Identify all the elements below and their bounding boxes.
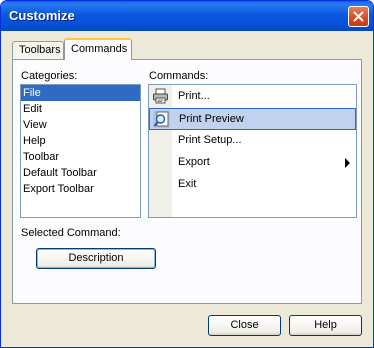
command-item-exit[interactable]: Exit	[149, 174, 356, 196]
close-button[interactable]: Close	[208, 315, 281, 336]
command-item-print-preview[interactable]: Print Preview	[149, 108, 356, 130]
command-print-setup-label: Print Setup...	[178, 134, 242, 146]
dialog-client-area: Toolbars Commands Categories: Commands: …	[4, 31, 370, 345]
command-print-preview-label: Print Preview	[179, 113, 244, 125]
commands-tab-panel: Categories: Commands: File Edit View Hel…	[12, 59, 362, 304]
commands-list[interactable]: Print... Print Preview Print Setup... Ex…	[148, 84, 357, 218]
category-item-default-toolbar[interactable]: Default Toolbar	[21, 165, 140, 181]
printer-icon	[152, 88, 169, 105]
tab-toolbars-label: Toolbars	[19, 44, 61, 56]
category-item-help[interactable]: Help	[21, 133, 140, 149]
window-close-button[interactable]	[348, 6, 369, 27]
commands-label: Commands:	[149, 70, 209, 82]
category-item-edit[interactable]: Edit	[21, 101, 140, 117]
customize-dialog: Customize Toolbars Commands Categories: …	[0, 0, 374, 348]
tab-commands[interactable]: Commands	[64, 38, 132, 60]
command-item-export[interactable]: Export	[149, 152, 356, 174]
category-item-view[interactable]: View	[21, 117, 140, 133]
category-item-toolbar[interactable]: Toolbar	[21, 149, 140, 165]
print-preview-icon	[153, 111, 170, 128]
selected-command-label: Selected Command:	[21, 227, 121, 239]
command-item-print-setup[interactable]: Print Setup...	[149, 130, 356, 152]
command-exit-label: Exit	[178, 178, 197, 190]
categories-list[interactable]: File Edit View Help Toolbar Default Tool…	[20, 84, 141, 218]
help-button[interactable]: Help	[289, 315, 362, 336]
category-item-file[interactable]: File	[21, 85, 140, 101]
close-icon	[353, 11, 364, 22]
window-title: Customize	[9, 8, 75, 23]
command-print-label: Print...	[178, 90, 210, 102]
description-button[interactable]: Description	[36, 248, 156, 269]
categories-label: Categories:	[21, 70, 78, 82]
category-item-export-toolbar[interactable]: Export Toolbar	[21, 181, 140, 197]
tab-commands-label: Commands	[71, 43, 128, 55]
tab-toolbars[interactable]: Toolbars	[12, 41, 64, 59]
submenu-arrow-icon	[345, 158, 350, 168]
title-bar[interactable]: Customize	[1, 1, 373, 31]
command-item-print[interactable]: Print...	[149, 86, 356, 108]
command-export-label: Export	[178, 156, 210, 168]
